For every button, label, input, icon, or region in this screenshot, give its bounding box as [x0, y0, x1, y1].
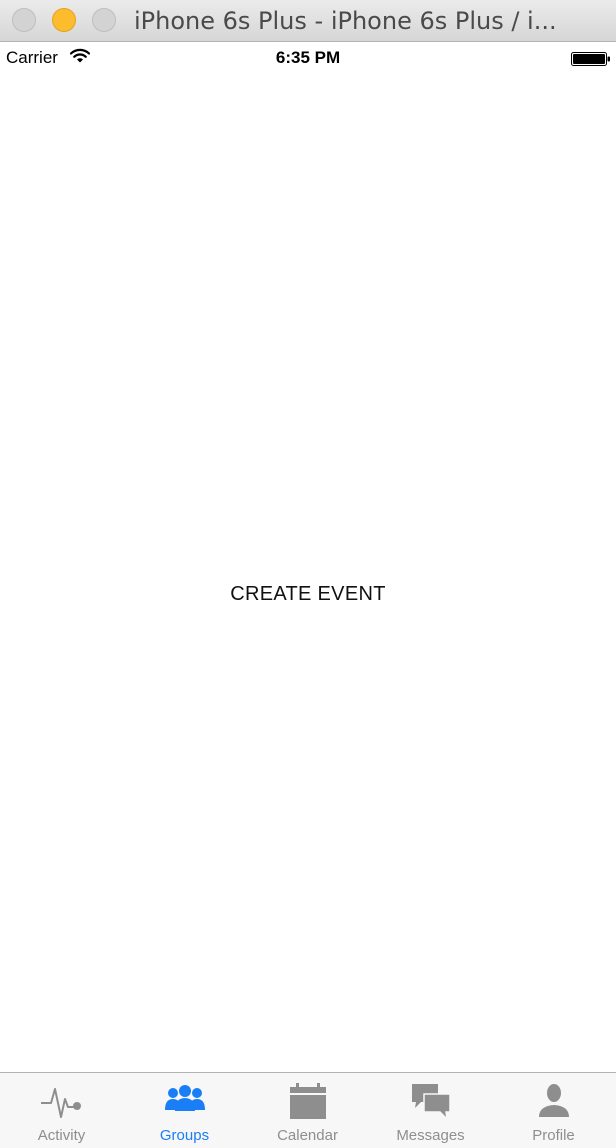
tab-groups[interactable]: Groups	[123, 1073, 246, 1148]
tab-groups-label: Groups	[159, 1127, 210, 1144]
profile-icon	[539, 1084, 569, 1117]
tab-calendar[interactable]: Calendar	[246, 1073, 369, 1148]
tab-profile-label: Profile	[532, 1127, 575, 1144]
battery-icon	[571, 52, 610, 66]
window-minimize-button[interactable]	[52, 8, 76, 32]
window-zoom-button[interactable]	[92, 8, 116, 32]
tab-messages-label: Messages	[396, 1127, 465, 1144]
status-time: 6:35 PM	[275, 48, 341, 67]
groups-icon	[165, 1085, 205, 1111]
tab-activity[interactable]: Activity	[0, 1073, 123, 1148]
window-titlebar[interactable]: iPhone 6s Plus - iPhone 6s Plus / i...	[0, 0, 616, 42]
tab-calendar-label: Calendar	[277, 1127, 338, 1144]
main-content: CREATE EVENT	[0, 74, 616, 1072]
calendar-icon	[290, 1083, 326, 1119]
messages-icon	[412, 1084, 451, 1122]
window-close-button[interactable]	[12, 8, 36, 32]
tab-messages[interactable]: Messages	[369, 1073, 492, 1148]
tab-activity-label: Activity	[37, 1127, 86, 1144]
tab-bar: Activity Groups Calendar Messages Profil…	[0, 1072, 616, 1148]
status-bar: Carrier 6:35 PM	[0, 42, 616, 74]
tab-profile[interactable]: Profile	[492, 1073, 615, 1148]
create-event-label: CREATE EVENT	[230, 583, 386, 605]
simulator-window: iPhone 6s Plus - iPhone 6s Plus / i... C…	[0, 0, 616, 1148]
window-title: iPhone 6s Plus - iPhone 6s Plus / i...	[134, 7, 557, 35]
activity-icon	[41, 1088, 81, 1118]
